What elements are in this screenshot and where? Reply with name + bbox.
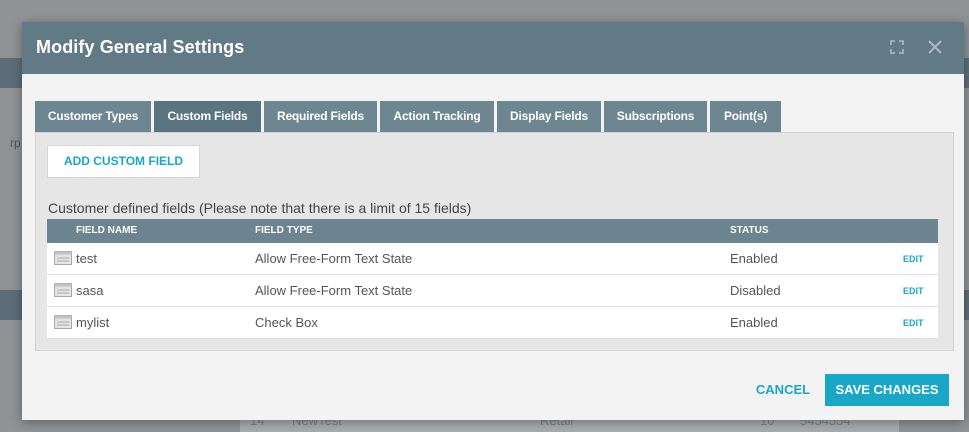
field-row-icon [54,283,72,297]
tab-points[interactable]: Point(s) [710,101,781,132]
field-status: Enabled [730,315,778,330]
tab-display-fields[interactable]: Display Fields [497,101,601,132]
close-icon[interactable] [924,36,946,58]
column-header-field-type: FIELD TYPE [255,225,313,236]
tab-customer-types[interactable]: Customer Types [35,101,151,132]
table-row: mylist Check Box Enabled EDIT [47,307,938,339]
field-type: Allow Free-Form Text State [255,283,413,298]
cancel-button[interactable]: CANCEL [749,374,817,406]
field-name: mylist [76,315,110,330]
tab-required-fields[interactable]: Required Fields [264,101,377,132]
tab-custom-fields[interactable]: Custom Fields [154,101,261,132]
save-changes-button[interactable]: SAVE CHANGES [825,374,949,406]
expand-icon[interactable] [886,36,908,58]
column-header-field-name: FIELD NAME [76,225,138,236]
field-name: sasa [76,283,104,298]
field-row-icon [54,251,72,265]
field-type: Check Box [255,315,318,330]
column-header-status: STATUS [730,225,769,236]
field-status: Disabled [730,283,781,298]
field-row-icon [54,315,72,329]
field-type: Allow Free-Form Text State [255,251,413,266]
edit-link[interactable]: EDIT [903,318,924,328]
custom-fields-table: FIELD NAME FIELD TYPE STATUS test Allow … [47,219,938,339]
modal-title: Modify General Settings [36,37,245,57]
modal-header: Modify General Settings [22,22,964,74]
settings-modal: Modify General Settings Customer Types C… [22,22,964,420]
table-row: test Allow Free-Form Text State Enabled … [47,243,938,275]
add-custom-field-button[interactable]: ADD CUSTOM FIELD [47,145,200,178]
fields-limit-note: Customer defined fields (Please note tha… [48,200,472,216]
field-name: test [76,251,97,266]
background-text: rp [10,136,21,150]
tab-subscriptions[interactable]: Subscriptions [604,101,707,132]
edit-link[interactable]: EDIT [903,286,924,296]
table-header: FIELD NAME FIELD TYPE STATUS [47,219,938,243]
custom-fields-panel: ADD CUSTOM FIELD Customer defined fields… [35,132,954,351]
table-row: sasa Allow Free-Form Text State Disabled… [47,275,938,307]
tab-action-tracking[interactable]: Action Tracking [380,101,494,132]
edit-link[interactable]: EDIT [903,254,924,264]
field-status: Enabled [730,251,778,266]
